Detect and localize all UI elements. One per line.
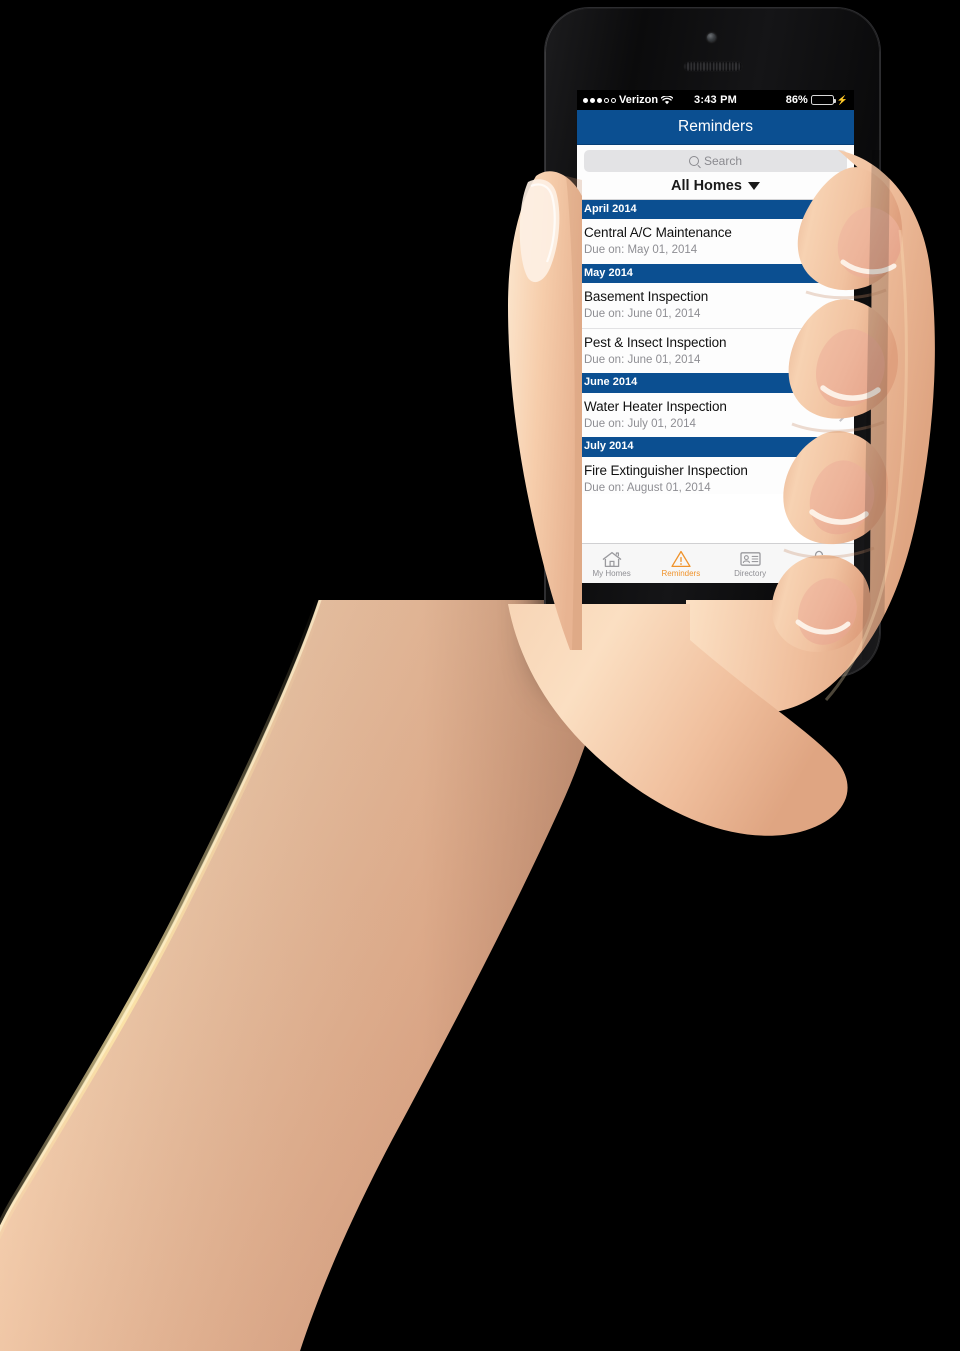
tab-label: My Homes bbox=[592, 569, 631, 578]
section-header: July 2014 bbox=[577, 437, 854, 457]
chevron-right-icon bbox=[834, 235, 847, 249]
status-bar-left: Verizon bbox=[583, 94, 694, 106]
reminder-title: Fire Extinguisher Inspection bbox=[584, 462, 748, 478]
phone-device: Verizon 3:43 PM 86% ⚡ Reminders Search A… bbox=[545, 8, 880, 676]
tab-directory[interactable]: Directory bbox=[716, 544, 785, 583]
reminder-due-date: Due on: June 01, 2014 bbox=[584, 308, 701, 321]
earpiece-speaker-icon bbox=[684, 62, 742, 71]
reminder-due-date: Due on: June 01, 2014 bbox=[584, 353, 701, 366]
table-row[interactable]: Fire Extinguisher Inspection Due on: Aug… bbox=[577, 456, 854, 494]
section-header: April 2014 bbox=[577, 200, 854, 220]
chevron-right-icon bbox=[834, 409, 847, 422]
caret-down-icon bbox=[747, 181, 760, 190]
reminder-due-date: Due on: July 01, 2014 bbox=[584, 417, 696, 430]
table-row[interactable]: Water Heater Inspection Due on: July 01,… bbox=[577, 392, 854, 438]
warning-triangle-icon bbox=[671, 549, 691, 569]
front-camera-icon bbox=[707, 33, 716, 42]
signal-strength-icon bbox=[583, 97, 616, 103]
battery-percent-label: 86% bbox=[785, 94, 808, 106]
reminder-due-date: Due on: August 01, 2014 bbox=[584, 481, 711, 494]
section-header: June 2014 bbox=[577, 373, 854, 393]
tab-reminders[interactable]: Reminders bbox=[646, 544, 715, 583]
contact-card-icon bbox=[739, 549, 761, 569]
section-header: May 2014 bbox=[577, 263, 854, 284]
search-placeholder: Search bbox=[703, 154, 743, 168]
tab-bar: My Homes Reminders Directory Account bbox=[577, 543, 854, 583]
clock-label: 3:43 PM bbox=[694, 94, 737, 106]
search-input[interactable]: Search bbox=[584, 150, 847, 172]
house-icon bbox=[602, 549, 622, 569]
reminder-title: Pest & Insect Inspection bbox=[584, 334, 727, 350]
home-filter-label: All Homes bbox=[671, 177, 742, 194]
home-square-icon bbox=[703, 620, 725, 642]
table-row[interactable]: Pest & Insect Inspection Due on: June 01… bbox=[577, 328, 854, 374]
phone-screen: Verizon 3:43 PM 86% ⚡ Reminders Search A… bbox=[577, 90, 854, 583]
reminder-title: Water Heater Inspection bbox=[584, 398, 727, 414]
status-bar-right: 86% ⚡ bbox=[737, 94, 848, 106]
reminder-title: Basement Inspection bbox=[584, 289, 709, 305]
reminder-due-date: Due on: May 01, 2014 bbox=[584, 244, 698, 257]
home-button[interactable] bbox=[684, 601, 742, 659]
table-row[interactable]: Central A/C Maintenance Due on: May 01, … bbox=[577, 219, 854, 264]
reminders-list[interactable]: April 2014 Central A/C Maintenance Due o… bbox=[577, 200, 854, 494]
person-icon bbox=[810, 549, 828, 569]
forearm bbox=[0, 600, 619, 1351]
battery-icon bbox=[810, 95, 836, 105]
search-icon bbox=[688, 156, 699, 166]
page-title: Reminders bbox=[678, 118, 753, 135]
tab-my-homes[interactable]: My Homes bbox=[577, 544, 646, 583]
nav-bar: Reminders bbox=[577, 110, 854, 145]
carrier-label: Verizon bbox=[619, 94, 659, 106]
chevron-right-icon bbox=[834, 345, 847, 358]
status-bar: Verizon 3:43 PM 86% ⚡ bbox=[577, 90, 854, 110]
tab-account[interactable]: Account bbox=[785, 544, 854, 583]
home-filter-dropdown[interactable]: All Homes bbox=[577, 172, 854, 200]
tab-label: Reminders bbox=[661, 569, 701, 578]
search-area: Search bbox=[577, 145, 854, 172]
chevron-right-icon bbox=[834, 472, 847, 486]
table-row[interactable]: Basement Inspection Due on: June 01, 201… bbox=[577, 283, 854, 329]
lightning-bolt-icon: ⚡ bbox=[836, 94, 849, 105]
scene: Verizon 3:43 PM 86% ⚡ Reminders Search A… bbox=[0, 0, 960, 1351]
tab-label: Directory bbox=[734, 569, 767, 578]
chevron-right-icon bbox=[834, 299, 847, 313]
tab-label: Account bbox=[804, 569, 834, 578]
reminder-title: Central A/C Maintenance bbox=[584, 225, 732, 241]
wifi-icon bbox=[661, 95, 674, 105]
